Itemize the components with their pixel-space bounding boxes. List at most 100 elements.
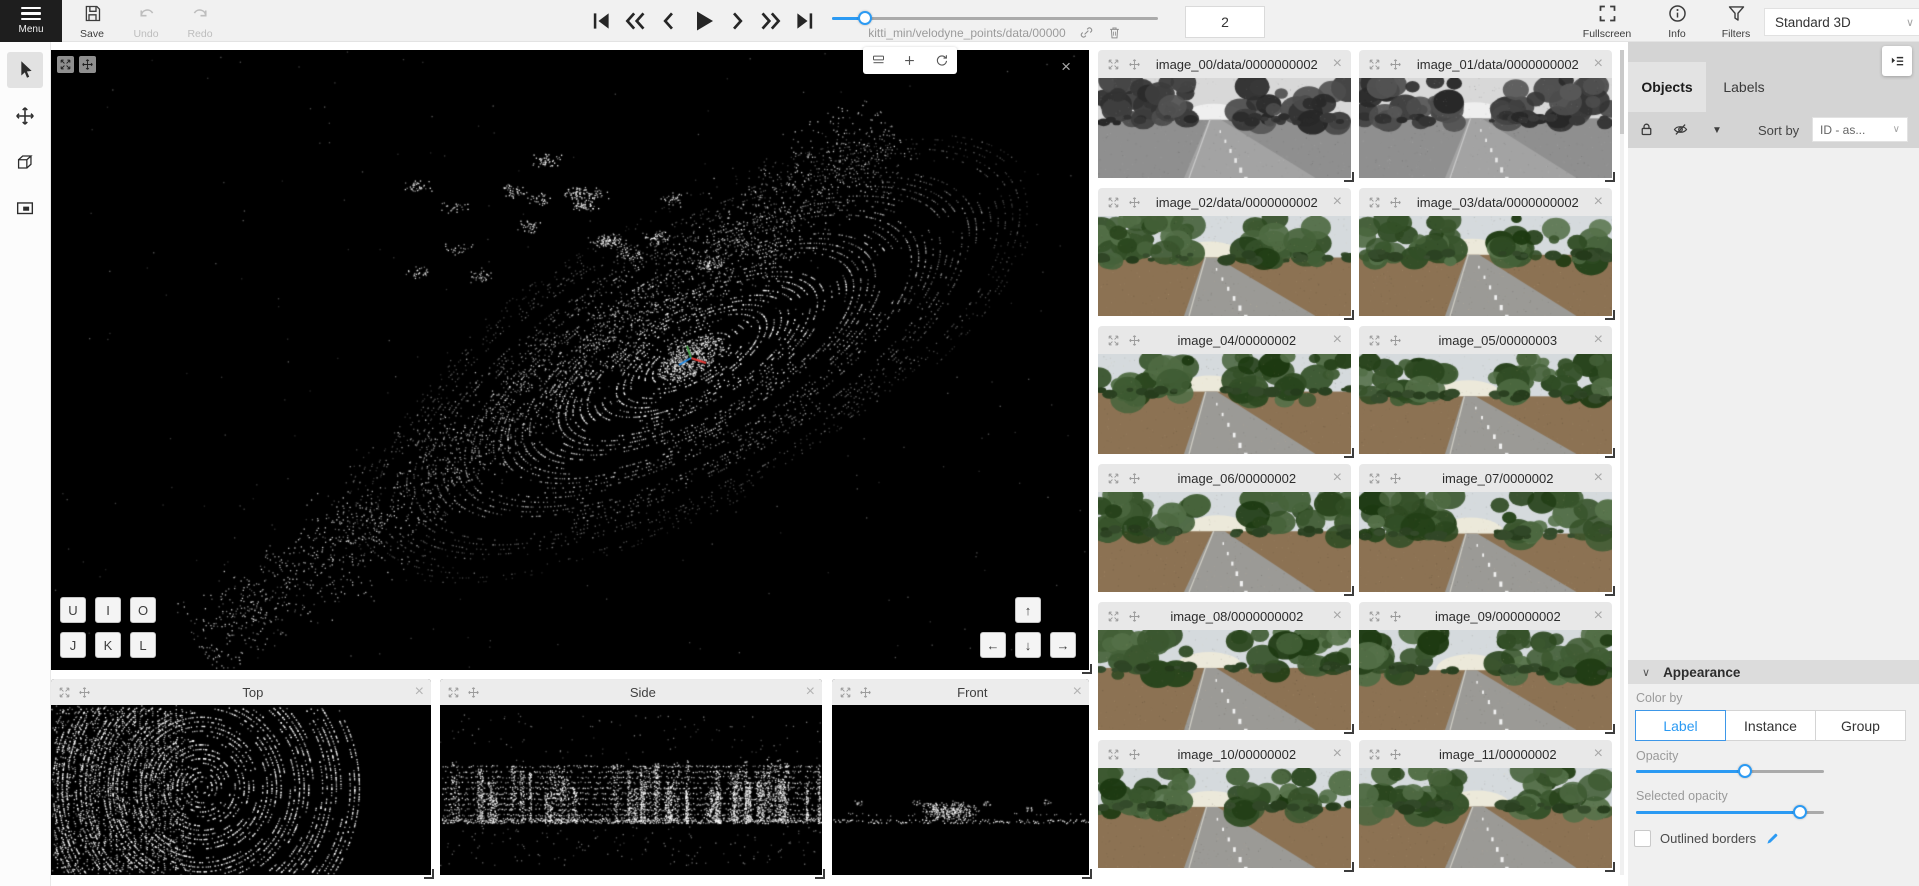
trash-icon[interactable] (1107, 25, 1122, 40)
camera-image-thumbnail[interactable] (1098, 78, 1351, 178)
expand-icon[interactable] (447, 686, 460, 699)
frame-tool-button[interactable] (7, 190, 43, 226)
move-icon[interactable] (1128, 334, 1141, 347)
close-icon[interactable]: × (1594, 56, 1603, 72)
selected-opacity-slider[interactable] (1636, 805, 1824, 819)
gallery-panel[interactable]: image_10/00000002 × (1098, 740, 1351, 868)
move-icon[interactable] (78, 686, 91, 699)
camera-image-thumbnail[interactable] (1359, 492, 1612, 592)
gallery-panel[interactable]: image_05/00000003 × (1359, 326, 1612, 454)
hotkey-o[interactable]: O (130, 597, 156, 623)
close-icon[interactable]: × (1594, 608, 1603, 624)
expand-icon[interactable] (1107, 472, 1120, 485)
layers-icon[interactable] (871, 53, 886, 68)
close-icon[interactable]: × (415, 684, 424, 700)
close-icon[interactable]: × (1333, 332, 1342, 348)
gallery-panel[interactable]: image_04/00000002 × (1098, 326, 1351, 454)
camera-image-thumbnail[interactable] (1098, 354, 1351, 454)
resize-grip[interactable] (1082, 869, 1092, 879)
arrow-down-key[interactable]: ↓ (1015, 632, 1041, 658)
camera-image-thumbnail[interactable] (1098, 492, 1351, 592)
close-icon[interactable]: × (1594, 470, 1603, 486)
move-icon[interactable] (79, 56, 96, 73)
move-tool-button[interactable] (7, 98, 43, 134)
expand-icon[interactable] (1368, 748, 1381, 761)
close-icon[interactable]: × (1594, 746, 1603, 762)
filters-button[interactable]: Filters (1712, 3, 1760, 40)
arrow-up-key[interactable]: ↑ (1015, 597, 1041, 623)
gallery-panel[interactable]: image_02/data/0000000002 × (1098, 188, 1351, 316)
move-icon[interactable] (1128, 610, 1141, 623)
move-icon[interactable] (1389, 472, 1402, 485)
color-by-label-option[interactable]: Label (1635, 710, 1726, 741)
frame-number-input[interactable] (1185, 6, 1265, 38)
color-by-instance-option[interactable]: Instance (1725, 710, 1816, 741)
resize-grip[interactable] (1605, 310, 1615, 320)
undo-button[interactable]: Undo (122, 3, 170, 40)
select-tool-button[interactable] (7, 52, 43, 88)
edit-pen-icon[interactable] (1765, 831, 1780, 846)
resize-grip[interactable] (1605, 586, 1615, 596)
play-button[interactable] (690, 7, 716, 35)
expand-icon[interactable] (1107, 748, 1120, 761)
resize-grip[interactable] (1344, 724, 1354, 734)
link-icon[interactable] (1079, 25, 1094, 40)
view-mode-select[interactable]: Standard 3D ∨ (1764, 8, 1919, 36)
gallery-scrollbar-track[interactable] (1620, 50, 1624, 875)
expand-icon[interactable] (839, 686, 852, 699)
hotkey-l[interactable]: L (130, 632, 156, 658)
resize-grip[interactable] (815, 869, 825, 879)
resize-grip[interactable] (424, 869, 434, 879)
close-icon[interactable]: × (1594, 332, 1603, 348)
lock-icon[interactable] (1638, 121, 1655, 138)
expand-icon[interactable] (1368, 610, 1381, 623)
arrow-left-key[interactable]: ← (980, 632, 1006, 658)
sort-select[interactable]: ID - as... ∨ (1812, 117, 1908, 142)
camera-image-thumbnail[interactable] (1359, 354, 1612, 454)
camera-image-thumbnail[interactable] (1098, 630, 1351, 730)
gallery-panel[interactable]: image_06/00000002 × (1098, 464, 1351, 592)
add-icon[interactable] (902, 53, 917, 68)
move-icon[interactable] (1389, 610, 1402, 623)
resize-grip[interactable] (1082, 664, 1092, 674)
move-icon[interactable] (859, 686, 872, 699)
camera-image-thumbnail[interactable] (1359, 768, 1612, 868)
caret-down-icon[interactable]: ▼ (1712, 125, 1722, 136)
fullscreen-button[interactable]: Fullscreen (1583, 3, 1631, 40)
move-icon[interactable] (1128, 58, 1141, 71)
gallery-scrollbar-thumb[interactable] (1620, 50, 1624, 134)
expand-icon[interactable] (1368, 334, 1381, 347)
tab-objects[interactable]: Objects (1628, 62, 1706, 112)
selected-opacity-slider-handle[interactable] (1793, 805, 1807, 819)
redo-button[interactable]: Redo (176, 3, 224, 40)
color-by-group-option[interactable]: Group (1815, 710, 1906, 741)
camera-image-thumbnail[interactable] (1098, 216, 1351, 316)
resize-grip[interactable] (1605, 862, 1615, 872)
expand-icon[interactable] (58, 686, 71, 699)
cuboid-tool-button[interactable] (7, 144, 43, 180)
close-icon[interactable]: × (1333, 470, 1342, 486)
opacity-slider-handle[interactable] (1738, 764, 1752, 778)
camera-image-thumbnail[interactable] (1359, 630, 1612, 730)
resize-grip[interactable] (1605, 172, 1615, 182)
close-icon[interactable]: × (1594, 194, 1603, 210)
close-icon[interactable]: × (1333, 746, 1342, 762)
resize-grip[interactable] (1344, 310, 1354, 320)
hotkey-u[interactable]: U (60, 597, 86, 623)
expand-icon[interactable] (1107, 58, 1120, 71)
resize-grip[interactable] (1605, 724, 1615, 734)
camera-image-thumbnail[interactable] (1359, 216, 1612, 316)
camera-image-thumbnail[interactable] (1359, 78, 1612, 178)
close-icon[interactable]: × (1333, 56, 1342, 72)
move-icon[interactable] (467, 686, 480, 699)
move-icon[interactable] (1389, 334, 1402, 347)
hotkey-k[interactable]: K (95, 632, 121, 658)
camera-image-thumbnail[interactable] (1098, 768, 1351, 868)
resize-grip[interactable] (1344, 862, 1354, 872)
expand-icon[interactable] (1368, 472, 1381, 485)
resize-grip[interactable] (1344, 448, 1354, 458)
opacity-slider[interactable] (1636, 764, 1824, 778)
save-button[interactable]: Save (68, 3, 116, 40)
close-icon[interactable]: × (806, 684, 815, 700)
move-icon[interactable] (1128, 196, 1141, 209)
